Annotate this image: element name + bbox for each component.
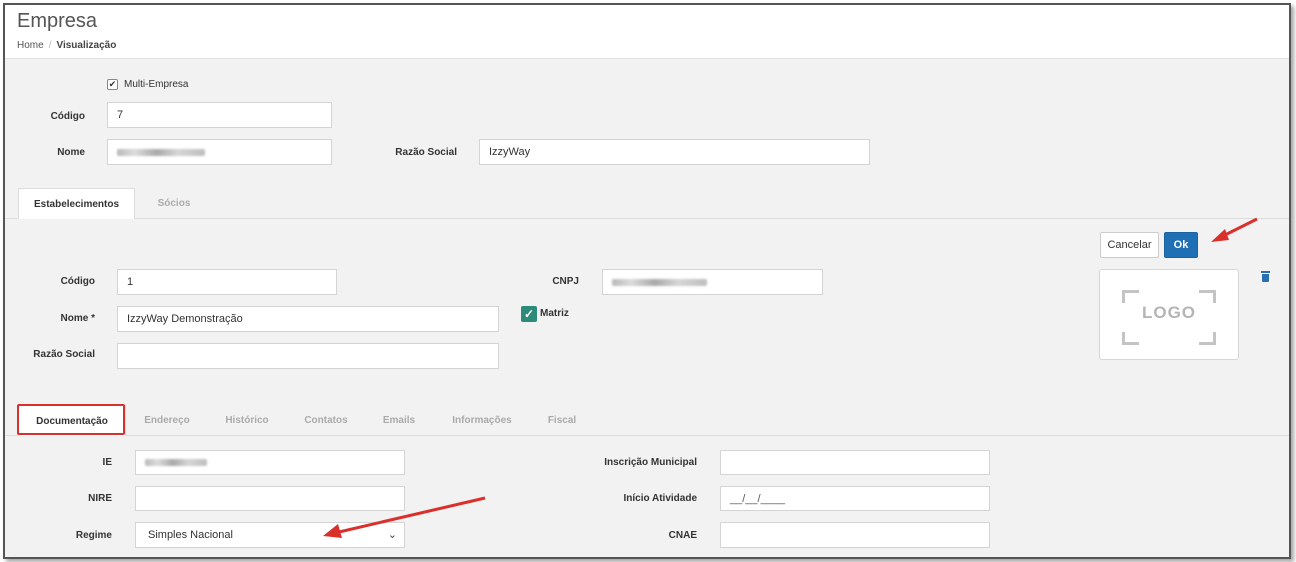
arrow-to-ok-annotation [1211, 217, 1258, 242]
app-window: Empresa Home / Visualização ✔ Multi-Empres… [3, 3, 1291, 559]
arrow-to-regime-annotation [323, 496, 486, 538]
annotation-arrows [323, 217, 1258, 538]
